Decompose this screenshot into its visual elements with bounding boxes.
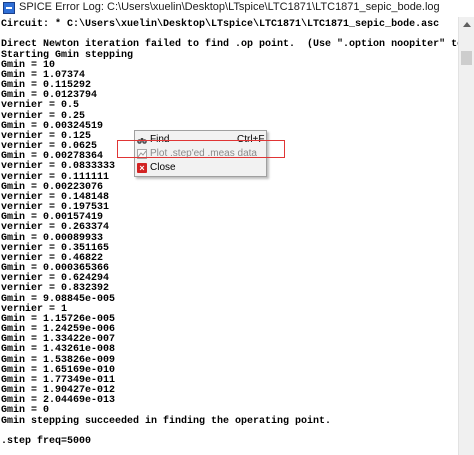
log-line: vernier = 0.263374 (1, 222, 110, 234)
scroll-thumb[interactable] (461, 51, 472, 65)
close-icon: × (137, 163, 147, 173)
log-line: Gmin stepping succeeded in finding the o… (1, 415, 332, 427)
vertical-scrollbar[interactable] (458, 17, 474, 455)
log-line: vernier = 0.0833333 (1, 161, 116, 173)
log-line: vernier = 0.832392 (1, 283, 110, 295)
menu-item-label: Close (150, 162, 176, 173)
log-line: Direct Newton iteration failed to find .… (1, 39, 458, 51)
log-line: vernier = 0.5 (1, 100, 80, 112)
scroll-up-arrow-icon[interactable] (463, 22, 471, 27)
spice-error-log-window: SPICE Error Log: C:\Users\xuelin\Desktop… (0, 0, 474, 455)
log-line: Starting Gmin stepping (1, 49, 134, 61)
highlight-annotation-box (117, 140, 285, 158)
window-title: SPICE Error Log: C:\Users\xuelin\Desktop… (19, 1, 440, 13)
ltspice-app-icon (3, 2, 15, 14)
log-line: Gmin = 1.43261e-008 (1, 344, 116, 356)
menu-item-close[interactable]: × Close (136, 161, 265, 176)
log-line: Circuit: * C:\Users\xuelin\Desktop\LTspi… (1, 19, 440, 30)
log-text-area[interactable]: Circuit: * C:\Users\xuelin\Desktop\LTspi… (0, 17, 458, 455)
title-bar[interactable]: SPICE Error Log: C:\Users\xuelin\Desktop… (0, 0, 474, 17)
log-line: Gmin = 0 (1, 405, 50, 417)
log-line: .step freq=5000 (1, 435, 92, 447)
